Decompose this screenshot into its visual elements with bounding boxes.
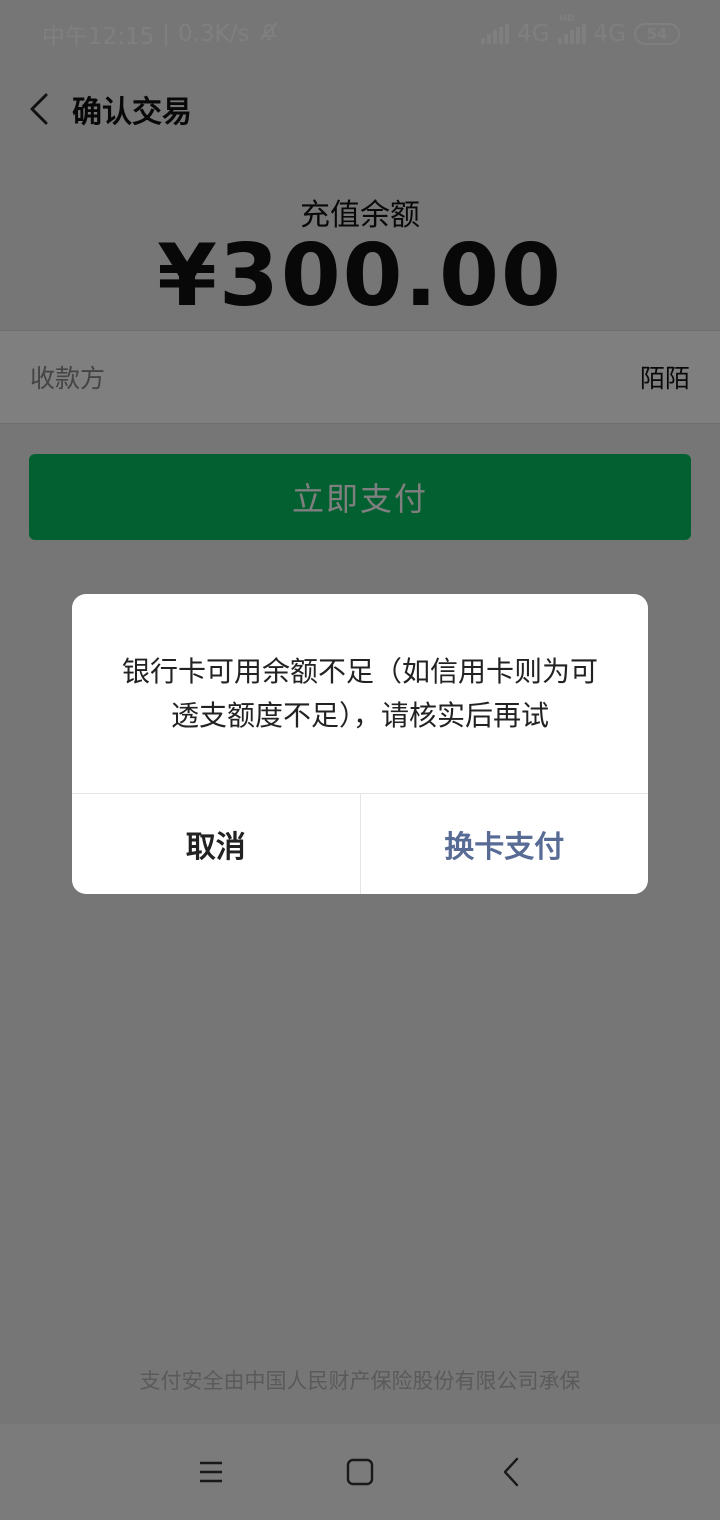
dialog-actions: 取消 换卡支付	[72, 793, 648, 894]
change-card-button[interactable]: 换卡支付	[361, 794, 649, 894]
dialog-message: 银行卡可用余额不足（如信用卡则为可透支额度不足），请核实后再试	[121, 654, 598, 732]
insufficient-balance-dialog: 银行卡可用余额不足（如信用卡则为可透支额度不足），请核实后再试 取消 换卡支付	[72, 594, 648, 894]
cancel-button[interactable]: 取消	[72, 794, 361, 894]
